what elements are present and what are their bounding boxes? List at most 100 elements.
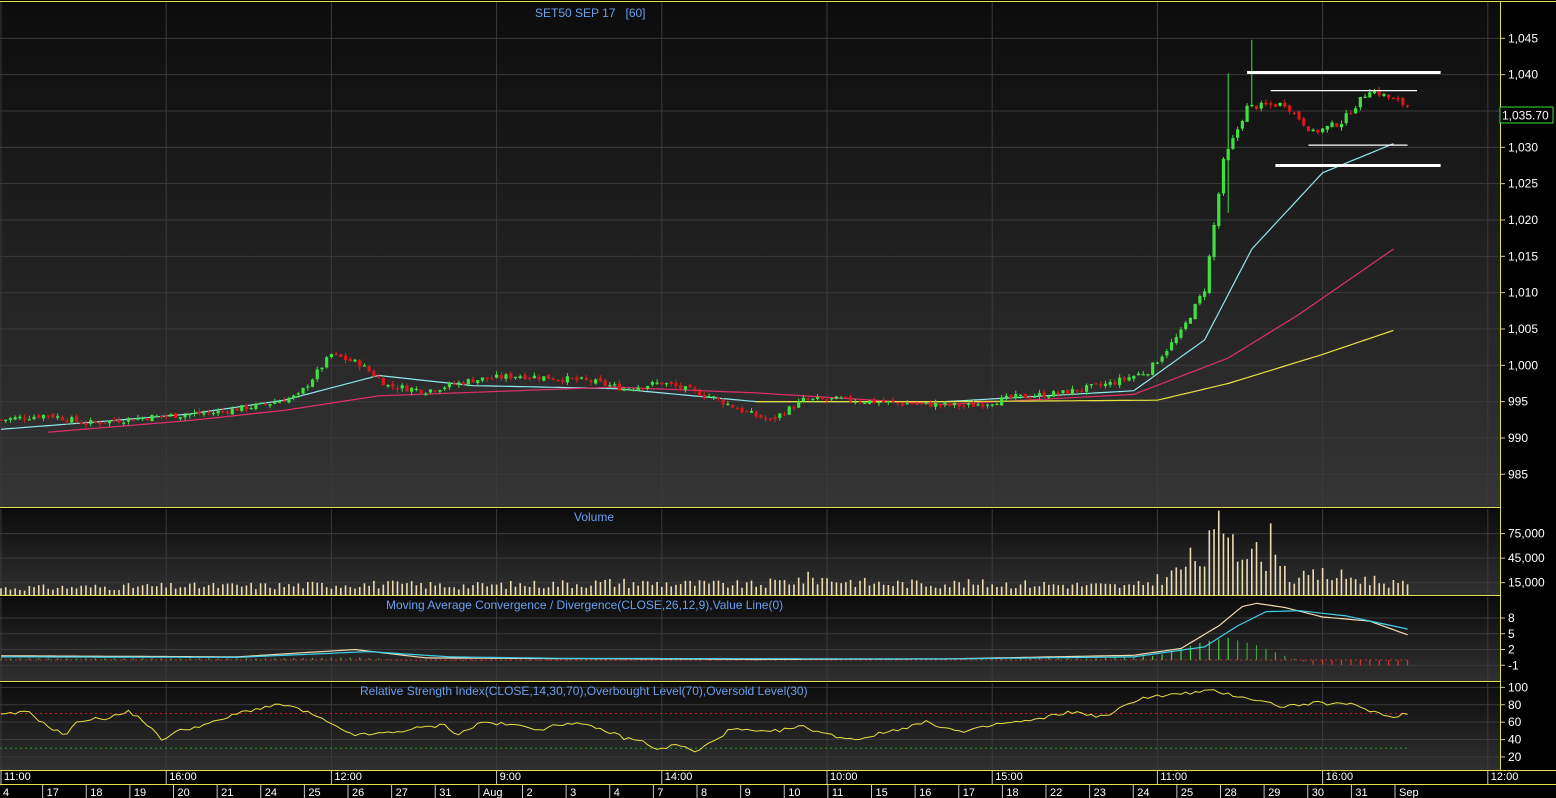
volume-bar bbox=[1166, 577, 1168, 595]
volume-bar bbox=[745, 582, 748, 595]
candle-body bbox=[579, 377, 584, 379]
macd-histogram-bar bbox=[538, 660, 540, 661]
volume-bar bbox=[1359, 583, 1362, 595]
candle-body bbox=[1306, 126, 1311, 132]
macd-histogram-bar bbox=[359, 657, 361, 660]
volume-bar bbox=[33, 587, 35, 595]
candle-body bbox=[79, 422, 83, 424]
candle-body bbox=[155, 415, 159, 417]
candle-body bbox=[292, 395, 296, 398]
macd-histogram-bar bbox=[236, 658, 238, 660]
volume-bar bbox=[835, 582, 838, 595]
candle-body bbox=[513, 376, 518, 379]
candle-body bbox=[56, 416, 60, 418]
candle-body bbox=[202, 413, 206, 415]
macd-histogram-bar bbox=[519, 660, 521, 661]
macd-histogram-bar bbox=[453, 660, 455, 662]
macd-histogram-bar bbox=[321, 657, 323, 660]
volume-bar bbox=[906, 587, 909, 595]
volume-bar bbox=[316, 582, 319, 595]
candle-body bbox=[41, 414, 46, 419]
volume-bar bbox=[897, 580, 899, 595]
macd-histogram-bar bbox=[632, 660, 635, 661]
date-label: 7 bbox=[657, 787, 663, 798]
candle-body bbox=[499, 374, 503, 379]
volume-bar bbox=[1350, 577, 1352, 595]
macd-histogram-bar bbox=[642, 660, 644, 661]
candle-body bbox=[613, 384, 617, 386]
rsi-tick-label: 60 bbox=[1508, 715, 1522, 729]
candle-body bbox=[556, 379, 560, 382]
time-label: 12:00 bbox=[334, 771, 362, 783]
macd-histogram-bar bbox=[1322, 660, 1324, 665]
volume-bar bbox=[193, 582, 196, 595]
volume-bar bbox=[66, 588, 68, 595]
macd-histogram-bar bbox=[1161, 654, 1163, 660]
candle-body bbox=[466, 379, 470, 385]
volume-bar bbox=[703, 580, 706, 595]
candle-body bbox=[211, 412, 215, 415]
volume-bar bbox=[382, 584, 385, 595]
macd-histogram-bar bbox=[576, 660, 578, 661]
candle-body bbox=[924, 402, 928, 404]
candle-body bbox=[830, 398, 834, 400]
candle-body bbox=[268, 404, 272, 406]
macd-histogram-bar bbox=[689, 660, 691, 661]
candle-body bbox=[697, 390, 702, 396]
candle-body bbox=[1004, 395, 1008, 398]
candle-body bbox=[1118, 377, 1122, 386]
volume-bar bbox=[627, 587, 630, 595]
candle-body bbox=[650, 381, 654, 385]
volume-bar bbox=[1227, 537, 1229, 595]
candle-body bbox=[976, 404, 980, 406]
candle-body bbox=[1080, 390, 1084, 392]
candle-body bbox=[1316, 129, 1320, 133]
candle-body bbox=[150, 415, 154, 422]
candle-body bbox=[107, 420, 112, 424]
candle-body bbox=[688, 384, 692, 388]
candle-body bbox=[938, 404, 942, 406]
candle-body bbox=[1245, 105, 1249, 122]
candle-body bbox=[1335, 123, 1339, 127]
volume-bar bbox=[1208, 530, 1211, 595]
volume-bar bbox=[651, 584, 654, 595]
candle-body bbox=[60, 417, 64, 421]
volume-bar bbox=[1392, 580, 1395, 595]
volume-bar bbox=[1156, 574, 1159, 595]
time-label: 9:00 bbox=[500, 771, 521, 783]
candle-body bbox=[683, 386, 687, 391]
candle-body bbox=[207, 411, 211, 414]
candle-body bbox=[320, 367, 324, 370]
macd-histogram-bar bbox=[1284, 655, 1286, 660]
volume-bar bbox=[538, 587, 540, 595]
candle-body bbox=[990, 404, 994, 406]
candle-body bbox=[424, 393, 428, 395]
volume-bar bbox=[599, 582, 602, 595]
candle-body bbox=[1146, 374, 1150, 376]
candle-body bbox=[1387, 94, 1391, 98]
macd-histogram-bar bbox=[510, 660, 512, 661]
volume-bar bbox=[755, 586, 757, 595]
candle-body bbox=[249, 407, 253, 410]
volume-bar bbox=[684, 580, 687, 595]
candle-body bbox=[825, 399, 829, 401]
volume-bar bbox=[1180, 569, 1182, 595]
volume-bar bbox=[1015, 588, 1017, 595]
volume-bar bbox=[576, 584, 578, 595]
volume-bar bbox=[269, 587, 271, 595]
macd-histogram-bar bbox=[28, 658, 30, 660]
price-panel[interactable] bbox=[0, 2, 1500, 507]
volume-bar bbox=[1071, 584, 1074, 595]
candle-body bbox=[381, 377, 385, 386]
candle-body bbox=[315, 369, 319, 380]
candle-body bbox=[1382, 93, 1386, 96]
rsi-tick-label: 80 bbox=[1508, 698, 1522, 712]
price-tick-label: 1,030 bbox=[1508, 140, 1538, 154]
candle-body bbox=[414, 388, 418, 391]
candle-body bbox=[1226, 149, 1230, 161]
volume-bar bbox=[613, 586, 616, 595]
macd-histogram-bar bbox=[113, 658, 115, 660]
macd-histogram-bar bbox=[208, 658, 210, 660]
volume-bar bbox=[991, 584, 993, 595]
macd-histogram-bar bbox=[1331, 660, 1333, 665]
